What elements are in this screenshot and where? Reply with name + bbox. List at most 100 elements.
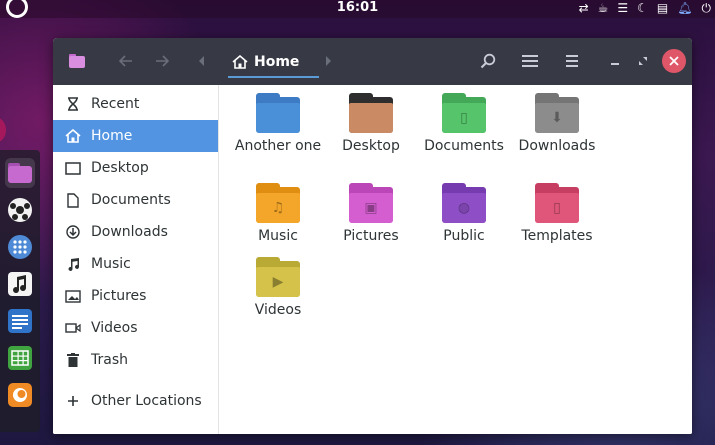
- files-window: Home Recent Home Desktop Documents Downloads…: [53, 38, 692, 434]
- path-home-button[interactable]: Home: [226, 46, 320, 78]
- night-icon[interactable]: ☾: [637, 0, 648, 16]
- path-scroll-right-button[interactable]: [321, 48, 335, 74]
- files-app-icon: [8, 163, 32, 183]
- download-icon: [65, 224, 81, 240]
- firefox-icon: [8, 383, 32, 407]
- folder-label: Desktop: [342, 138, 400, 154]
- forward-button[interactable]: [149, 48, 175, 74]
- text-editor-icon: [8, 309, 32, 333]
- dock-music-app[interactable]: [5, 269, 35, 299]
- folder-emblem: ▶: [272, 274, 284, 290]
- folder-icon: [256, 93, 300, 133]
- dock-spreadsheet-app[interactable]: [5, 343, 35, 373]
- sidebar-item-videos[interactable]: Videos: [53, 312, 218, 344]
- dock-text-editor-app[interactable]: [5, 306, 35, 336]
- folder-label: Music: [258, 228, 298, 244]
- sidebar-item-documents[interactable]: Documents: [53, 184, 218, 216]
- header-bar: Home: [53, 38, 692, 85]
- folder-desktop[interactable]: Desktop: [325, 93, 417, 154]
- folder-icon: ▯: [535, 183, 579, 223]
- sidebar-item-home[interactable]: Home: [53, 120, 218, 152]
- list-view-icon: [522, 55, 538, 67]
- folder-another-one[interactable]: Another one: [232, 93, 324, 154]
- search-button[interactable]: [475, 48, 501, 74]
- picture-icon: [65, 288, 81, 304]
- search-icon: [480, 53, 496, 69]
- sidebar-item-downloads[interactable]: Downloads: [53, 216, 218, 248]
- sidebar-item-recent[interactable]: Recent: [53, 88, 218, 120]
- dock-files-app[interactable]: [5, 158, 35, 188]
- folder-icon: ⬇: [535, 93, 579, 133]
- sidebar-item-label: Other Locations: [91, 393, 202, 409]
- dock-app-grid[interactable]: [5, 232, 35, 262]
- sidebar-item-label: Downloads: [91, 224, 168, 240]
- places-sidebar: Recent Home Desktop Documents Downloads Music…: [53, 85, 219, 434]
- folder-emblem: ⬇: [551, 110, 563, 126]
- minimize-button[interactable]: [605, 48, 625, 74]
- sidebar-item-label: Pictures: [91, 288, 147, 304]
- folder-icon: [67, 48, 87, 74]
- coffee-icon[interactable]: ☕: [598, 0, 609, 16]
- sidebar-item-label: Trash: [91, 352, 128, 368]
- folder-icon: ▶: [256, 257, 300, 297]
- wallpaper-decoration: [0, 118, 6, 142]
- folder-label: Templates: [521, 228, 593, 244]
- folder-label: Public: [443, 228, 485, 244]
- sidebar-item-desktop[interactable]: Desktop: [53, 152, 218, 184]
- folder-public[interactable]: ◍ Public: [418, 183, 510, 244]
- folder-music[interactable]: ♫ Music: [232, 183, 324, 244]
- close-button[interactable]: [662, 49, 686, 73]
- music-icon: [65, 256, 81, 272]
- sidebar-item-trash[interactable]: Trash: [53, 344, 218, 376]
- video-icon: [65, 320, 81, 336]
- folder-label: Another one: [234, 138, 322, 154]
- folder-icon: [349, 93, 393, 133]
- folder-label: Pictures: [343, 228, 399, 244]
- sidebar-item-music[interactable]: Music: [53, 248, 218, 280]
- arrow-right-icon: [156, 55, 169, 67]
- sidebar-item-label: Documents: [91, 192, 171, 208]
- system-tray: ⇄ ☕ ☰ ☾ ▤ 🔔︎ ⏻: [579, 0, 711, 16]
- folder-icon: ♫: [256, 183, 300, 223]
- sidebar-item-label: Videos: [91, 320, 138, 336]
- network-icon[interactable]: ⇄: [579, 0, 589, 16]
- power-icon[interactable]: ⏻: [702, 0, 712, 16]
- close-icon: [669, 56, 679, 66]
- folder-pictures[interactable]: ▣ Pictures: [325, 183, 417, 244]
- sidebar-item-label: Recent: [91, 96, 140, 112]
- chevron-left-icon: [199, 56, 204, 66]
- folder-emblem: ▣: [364, 200, 378, 216]
- file-icon-grid: Another one Desktop ▯ Documents ⬇ Downloads ♫ M…: [220, 85, 692, 434]
- desktop-icon: [65, 160, 81, 176]
- sidebar-item-label: Desktop: [91, 160, 149, 176]
- plus-icon: [65, 393, 81, 409]
- sidebar-item-label: Home: [91, 128, 133, 144]
- main-menu-button[interactable]: [559, 48, 585, 74]
- dock-soccer-app[interactable]: [5, 195, 35, 225]
- top-bar: 16:01 ⇄ ☕ ☰ ☾ ▤ 🔔︎ ⏻: [0, 0, 715, 18]
- dock-firefox-app[interactable]: [5, 380, 35, 410]
- folder-videos[interactable]: ▶ Videos: [232, 257, 324, 318]
- folder-label: Documents: [424, 138, 504, 154]
- folder-emblem: ▯: [553, 200, 561, 216]
- notification-bell-icon[interactable]: 🔔︎: [677, 0, 692, 16]
- view-list-button[interactable]: [517, 48, 543, 74]
- clipboard-icon[interactable]: ▤: [657, 0, 668, 16]
- document-icon: [65, 192, 81, 208]
- folder-documents[interactable]: ▯ Documents: [418, 93, 510, 154]
- menu-icon[interactable]: ☰: [617, 0, 628, 16]
- folder-emblem: ♫: [271, 200, 285, 216]
- maximize-icon: [639, 57, 647, 65]
- folder-label: Downloads: [518, 138, 596, 154]
- maximize-button[interactable]: [633, 48, 653, 74]
- hourglass-icon: [65, 96, 81, 112]
- folder-emblem: ▯: [460, 110, 468, 126]
- folder-downloads[interactable]: ⬇ Downloads: [511, 93, 603, 154]
- path-scroll-left-button[interactable]: [195, 48, 209, 74]
- folder-templates[interactable]: ▯ Templates: [511, 183, 603, 244]
- folder-icon: ▯: [442, 93, 486, 133]
- back-button[interactable]: [113, 48, 139, 74]
- sidebar-item-other-locations[interactable]: Other Locations: [53, 385, 218, 417]
- soccer-ball-icon: [8, 198, 32, 222]
- sidebar-item-pictures[interactable]: Pictures: [53, 280, 218, 312]
